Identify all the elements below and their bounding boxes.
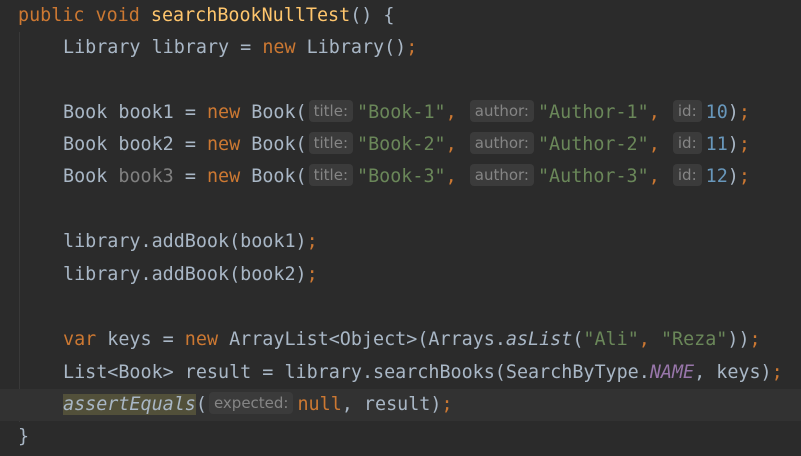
keyword-var: var xyxy=(63,329,97,350)
comma: , xyxy=(638,329,661,350)
code-line-book3[interactable]: Book book3 = new Book(title: "Book-3", au… xyxy=(63,161,801,193)
keyword-new: new xyxy=(206,134,241,155)
code-line-book2[interactable]: Book book2 = new Book(title: "Book-2", au… xyxy=(63,129,801,161)
book-ctor: Book( xyxy=(240,134,307,155)
comma: , xyxy=(648,134,660,155)
comma: , xyxy=(445,134,457,155)
comma: , xyxy=(445,166,457,187)
type-book: Book xyxy=(63,134,119,155)
code-line-book1[interactable]: Book book1 = new Book(title: "Book-1", au… xyxy=(63,97,801,129)
book-var: book2 xyxy=(118,134,174,155)
code-line-assert[interactable]: assertEquals(expected: null, result); xyxy=(0,389,801,422)
method-name: searchBookNullTest xyxy=(150,5,351,26)
author-arg: "Author-2" xyxy=(537,134,649,155)
param-hint-id: id: xyxy=(672,100,702,122)
assign-op: = xyxy=(173,134,207,155)
result-decl: List<Book> result = library.searchBooks(… xyxy=(63,362,650,383)
keyword-new: new xyxy=(262,37,296,58)
close-parens: )) xyxy=(727,329,750,350)
string-reza: "Reza" xyxy=(660,329,728,350)
semicolon: ; xyxy=(738,102,750,123)
title-arg: "Book-3" xyxy=(357,166,446,187)
param-hint-author: author: xyxy=(469,100,534,122)
assign-op: = xyxy=(173,102,207,123)
book-ctor: Book( xyxy=(240,166,307,187)
type-book: Book xyxy=(63,102,119,123)
param-hint-title: title: xyxy=(308,164,354,186)
type-book: Book xyxy=(63,166,119,187)
semicolon: ; xyxy=(738,166,750,187)
close-paren: ) xyxy=(727,166,739,187)
assign-op: = xyxy=(173,166,207,187)
keyword-public: public xyxy=(18,5,85,26)
add-book-call: library.addBook(book1) xyxy=(63,231,307,252)
author-arg: "Author-1" xyxy=(537,102,649,123)
assert-equals-method: assertEquals xyxy=(63,394,196,415)
param-hint-author: author: xyxy=(469,132,534,154)
code-line-result[interactable]: List<Book> result = library.searchBooks(… xyxy=(63,357,801,389)
param-hint-id: id: xyxy=(672,164,702,186)
string-ali: "Ali" xyxy=(583,329,639,350)
code-line-add-book1[interactable]: library.addBook(book1); xyxy=(63,226,801,258)
book-var: book1 xyxy=(118,102,174,123)
closing-brace: } xyxy=(18,426,30,447)
book-var-unused: book3 xyxy=(118,166,174,187)
keyword-new: new xyxy=(184,329,219,350)
semicolon: ; xyxy=(441,394,453,415)
code-line-keys[interactable]: var keys = new ArrayList<Object>(Arrays.… xyxy=(63,324,801,356)
library-var: library = xyxy=(140,37,263,58)
book-ctor: Book( xyxy=(240,102,307,123)
keyword-null: null xyxy=(297,394,342,415)
code-editor[interactable]: public void searchBookNullTest() { Libra… xyxy=(0,0,801,456)
arraylist-type: ArrayList<Object>(Arrays. xyxy=(218,329,506,350)
param-hint-title: title: xyxy=(308,132,354,154)
semicolon: ; xyxy=(306,264,318,285)
semicolon: ; xyxy=(406,37,418,58)
open-paren: ( xyxy=(195,394,207,415)
code-line-closing-brace[interactable]: } xyxy=(18,421,801,453)
author-arg: "Author-3" xyxy=(537,166,649,187)
param-hint-expected: expected: xyxy=(208,392,294,414)
id-arg: 10 xyxy=(705,102,728,123)
param-hint-title: title: xyxy=(308,100,354,122)
library-ctor: Library() xyxy=(295,37,407,58)
title-arg: "Book-2" xyxy=(357,134,446,155)
keyword-new: new xyxy=(206,166,241,187)
keyword-new: new xyxy=(206,102,241,123)
add-book-call: library.addBook(book2) xyxy=(63,264,307,285)
param-hint-author: author: xyxy=(469,164,534,186)
id-arg: 12 xyxy=(705,166,728,187)
close-paren: ) xyxy=(727,134,739,155)
title-arg: "Book-1" xyxy=(357,102,446,123)
enum-constant-name: NAME xyxy=(649,362,695,383)
indent-guide xyxy=(19,32,20,422)
code-line-add-book2[interactable]: library.addBook(book2); xyxy=(63,259,801,291)
comma: , xyxy=(648,166,660,187)
code-line-method-signature[interactable]: public void searchBookNullTest() { xyxy=(18,0,801,32)
keys-var: keys = xyxy=(96,329,185,350)
type-library: Library xyxy=(63,37,141,58)
assert-args-rest: , result) xyxy=(341,394,442,415)
semicolon: ; xyxy=(771,362,783,383)
semicolon: ; xyxy=(306,231,318,252)
comma: , xyxy=(445,102,457,123)
semicolon: ; xyxy=(738,134,750,155)
keyword-void: void xyxy=(95,5,140,26)
signature-rest: () { xyxy=(350,5,395,26)
result-args-end: , keys) xyxy=(694,362,772,383)
close-paren: ) xyxy=(727,102,739,123)
semicolon: ; xyxy=(749,329,761,350)
open-paren: ( xyxy=(572,329,584,350)
aslist-method: asList xyxy=(505,329,573,350)
comma: , xyxy=(648,102,660,123)
code-line-library-init[interactable]: Library library = new Library(); xyxy=(63,32,801,64)
id-arg: 11 xyxy=(705,134,728,155)
param-hint-id: id: xyxy=(672,132,702,154)
